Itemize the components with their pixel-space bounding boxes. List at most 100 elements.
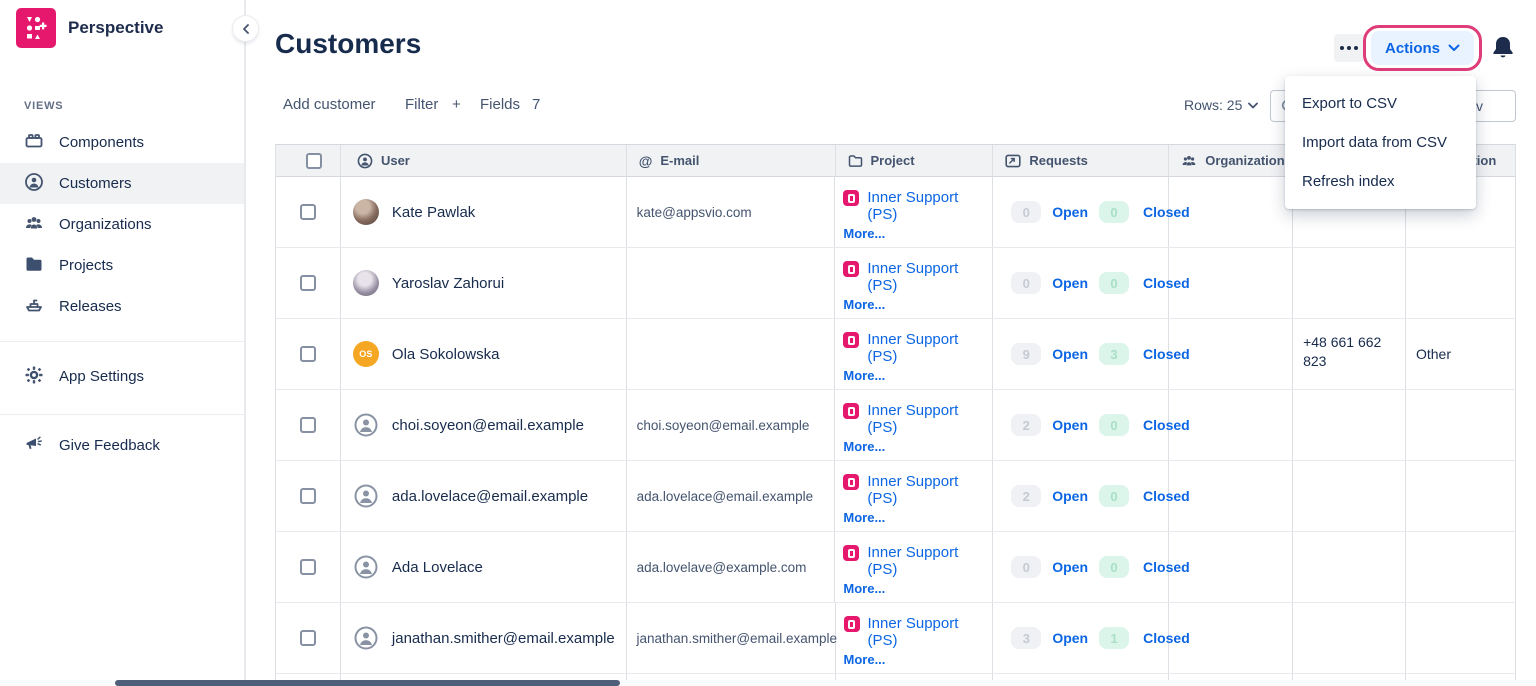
column-header-project[interactable]: Project	[836, 145, 994, 176]
row-checkbox[interactable]	[300, 559, 316, 575]
project-more-link[interactable]: More...	[843, 438, 984, 455]
column-header-organizations[interactable]: Organizations	[1169, 145, 1293, 176]
row-checkbox[interactable]	[300, 630, 316, 646]
row-select-cell	[276, 390, 341, 460]
phone-cell	[1293, 461, 1406, 531]
select-all-checkbox[interactable]	[306, 153, 322, 169]
user-cell: choi.soyeon@email.example	[341, 390, 627, 460]
avatar	[353, 412, 379, 438]
menu-item-import-csv[interactable]: Import data from CSV	[1285, 123, 1476, 162]
actions-button[interactable]: Actions	[1371, 31, 1474, 65]
project-key[interactable]: (PS)	[843, 348, 984, 365]
megaphone-icon	[24, 434, 44, 458]
project-more-link[interactable]: More...	[843, 367, 984, 384]
project-key[interactable]: (PS)	[843, 206, 984, 223]
open-requests-link[interactable]: Open	[1052, 417, 1088, 433]
sidebar-item-customers[interactable]: Customers	[0, 163, 244, 204]
project-link[interactable]: Inner Support	[867, 473, 958, 490]
organization-cell	[1169, 390, 1293, 460]
user-cell: ada.lovelace@email.example	[341, 461, 627, 531]
person-icon	[354, 484, 378, 508]
open-requests-link[interactable]: Open	[1052, 559, 1088, 575]
notification-bell-icon[interactable]	[1490, 34, 1516, 67]
open-requests-link[interactable]: Open	[1052, 488, 1088, 504]
open-requests-link[interactable]: Open	[1052, 630, 1088, 646]
requests-cell: 0 Open 0 Closed	[993, 248, 1169, 318]
sidebar-collapse-button[interactable]	[233, 16, 258, 41]
open-requests-link[interactable]: Open	[1052, 204, 1088, 220]
filter-button[interactable]: Filter	[405, 96, 438, 113]
table-body: Kate Pawlak kate@appsvio.com Inner Suppo…	[276, 177, 1516, 674]
user-name: Kate Pawlak	[392, 204, 475, 221]
table-row: Yaroslav Zahorui Inner Support (PS) More…	[276, 248, 1516, 319]
project-more-link[interactable]: More...	[843, 225, 984, 242]
closed-count-badge: 1	[1099, 627, 1129, 649]
filter-add-button[interactable]: +	[452, 96, 461, 113]
sidebar-item-app-settings[interactable]: App Settings	[0, 356, 244, 397]
project-link[interactable]: Inner Support	[867, 189, 958, 206]
organization-cell	[1169, 603, 1293, 673]
horizontal-scrollbar-thumb[interactable]	[115, 680, 620, 686]
column-header-requests[interactable]: Requests	[993, 145, 1169, 176]
sidebar-item-projects[interactable]: Projects	[0, 245, 244, 286]
row-checkbox[interactable]	[300, 417, 316, 433]
column-header-user[interactable]: User	[341, 145, 627, 176]
table-row: Ada Lovelace ada.lovelave@example.com In…	[276, 532, 1516, 603]
project-link[interactable]: Inner Support	[867, 544, 958, 561]
project-key[interactable]: (PS)	[843, 561, 984, 578]
project-link[interactable]: Inner Support	[867, 260, 958, 277]
closed-count-badge: 0	[1099, 414, 1129, 436]
open-count-badge: 0	[1011, 272, 1041, 294]
column-header-email[interactable]: @ E-mail	[627, 145, 836, 176]
fields-count: 7	[532, 96, 540, 113]
row-select-cell	[276, 461, 341, 531]
position-cell	[1406, 390, 1516, 460]
organization-cell	[1169, 248, 1293, 318]
sidebar: Perspective VIEWS Components	[0, 0, 246, 686]
project-avatar-icon	[843, 190, 859, 206]
person-icon	[354, 413, 378, 437]
row-select-cell	[276, 603, 341, 673]
project-key[interactable]: (PS)	[844, 632, 985, 649]
project-more-link[interactable]: More...	[843, 296, 984, 313]
sidebar-item-give-feedback[interactable]: Give Feedback	[0, 425, 244, 466]
project-cell: Inner Support (PS) More...	[835, 248, 993, 318]
add-customer-button[interactable]: Add customer	[283, 96, 376, 113]
row-checkbox[interactable]	[300, 488, 316, 504]
horizontal-scrollbar-track[interactable]	[0, 680, 1536, 686]
project-more-link[interactable]: More...	[843, 580, 984, 597]
sidebar-item-components[interactable]: Components	[0, 122, 244, 163]
chevron-down-icon	[1248, 102, 1258, 109]
project-key[interactable]: (PS)	[843, 277, 984, 294]
project-key[interactable]: (PS)	[843, 490, 984, 507]
project-cell: Inner Support (PS) More...	[836, 603, 994, 673]
actions-dropdown-menu: Export to CSV Import data from CSV Refre…	[1285, 76, 1476, 209]
project-link[interactable]: Inner Support	[868, 615, 959, 632]
email-cell	[627, 319, 836, 389]
project-key[interactable]: (PS)	[843, 419, 984, 436]
project-more-link[interactable]: More...	[843, 509, 984, 526]
project-link[interactable]: Inner Support	[867, 402, 958, 419]
avatar	[353, 270, 379, 296]
fields-button[interactable]: Fields	[480, 96, 520, 113]
project-link[interactable]: Inner Support	[867, 331, 958, 348]
menu-item-refresh-index[interactable]: Refresh index	[1285, 162, 1476, 201]
open-requests-link[interactable]: Open	[1052, 346, 1088, 362]
rows-per-page-select[interactable]: Rows: 25	[1184, 97, 1258, 113]
sidebar-item-releases[interactable]: Releases	[0, 286, 244, 327]
open-count-badge: 9	[1011, 343, 1041, 365]
actions-button-label: Actions	[1385, 40, 1440, 57]
row-checkbox[interactable]	[300, 275, 316, 291]
row-checkbox[interactable]	[300, 204, 316, 220]
menu-item-export-csv[interactable]: Export to CSV	[1285, 84, 1476, 123]
user-name: choi.soyeon@email.example	[392, 417, 584, 434]
open-requests-link[interactable]: Open	[1052, 275, 1088, 291]
at-icon: @	[639, 153, 653, 169]
table-row: ada.lovelace@email.example ada.lovelace@…	[276, 461, 1516, 532]
projects-icon	[24, 254, 44, 278]
sidebar-item-organizations[interactable]: Organizations	[0, 204, 244, 245]
project-more-link[interactable]: More...	[844, 651, 985, 668]
project-avatar-icon	[843, 332, 859, 348]
more-actions-button[interactable]	[1334, 34, 1364, 62]
row-checkbox[interactable]	[300, 346, 316, 362]
